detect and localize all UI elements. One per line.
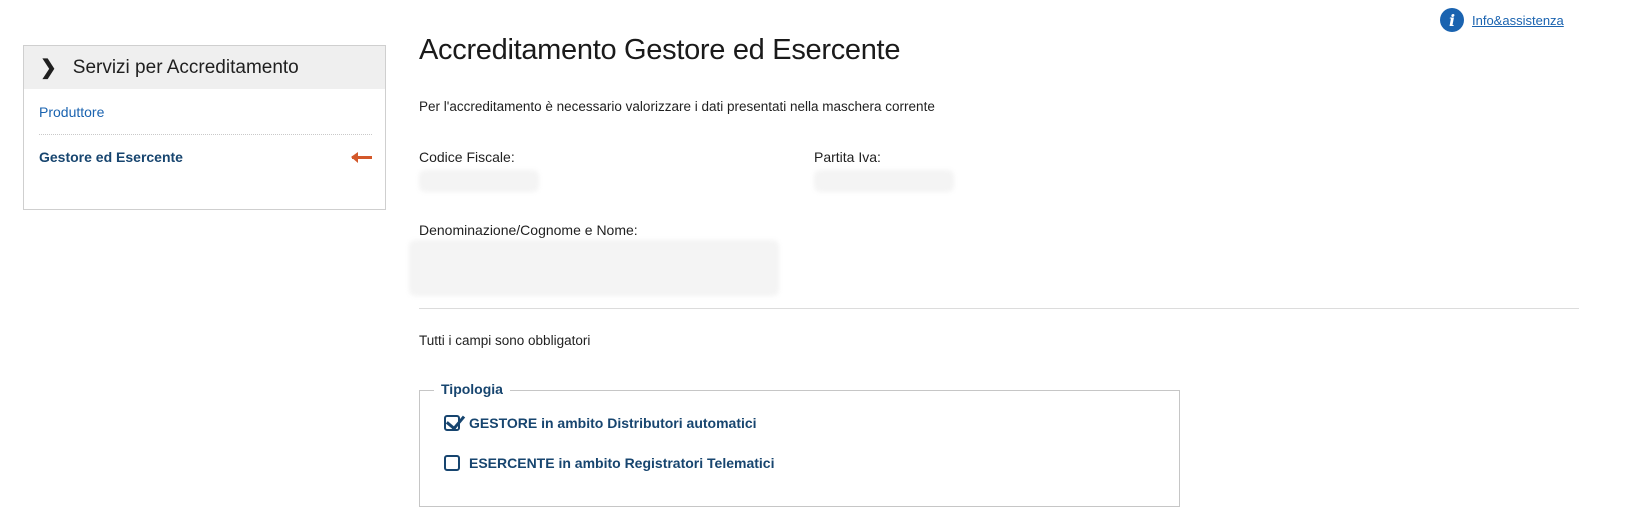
tipologia-fieldset: Tipologia GESTORE in ambito Distributori… xyxy=(419,381,1180,507)
gestore-option-label: GESTORE in ambito Distributori automatic… xyxy=(469,415,757,431)
intro-text: Per l'accreditamento è necessario valori… xyxy=(419,99,935,114)
codice-fiscale-value-redacted xyxy=(419,170,539,192)
divider xyxy=(419,308,1579,309)
gestore-option[interactable]: GESTORE in ambito Distributori automatic… xyxy=(444,415,757,431)
page-title: Accreditamento Gestore ed Esercente xyxy=(419,34,901,66)
tipologia-legend: Tipologia xyxy=(434,381,510,397)
denominazione-label: Denominazione/Cognome e Nome: xyxy=(419,222,638,238)
sidebar-item-label: Produttore xyxy=(39,104,105,120)
sidebar-item-label: Gestore ed Esercente xyxy=(39,149,183,165)
codice-fiscale-label: Codice Fiscale: xyxy=(419,149,515,165)
partita-iva-value-redacted xyxy=(814,170,954,192)
sidebar-title: Servizi per Accreditamento xyxy=(72,56,299,78)
info-icon: i xyxy=(1440,8,1464,32)
denominazione-value-redacted xyxy=(409,240,779,296)
partita-iva-label: Partita Iva: xyxy=(814,149,881,165)
sidebar-item-produttore[interactable]: Produttore xyxy=(39,90,372,135)
sidebar: ❯ Servizi per Accreditamento Produttore … xyxy=(23,45,386,210)
info-assistenza-link[interactable]: i Info&assistenza xyxy=(1440,8,1564,32)
esercente-option-label: ESERCENTE in ambito Registratori Telemat… xyxy=(469,455,775,471)
sidebar-item-gestore-esercente[interactable]: Gestore ed Esercente xyxy=(39,135,372,179)
sidebar-header[interactable]: ❯ Servizi per Accreditamento xyxy=(24,46,385,89)
checkbox-checked-icon[interactable] xyxy=(444,415,460,431)
checkbox-unchecked-icon[interactable] xyxy=(444,455,460,471)
arrow-left-icon xyxy=(351,151,372,163)
required-note: Tutti i campi sono obbligatori xyxy=(419,333,591,348)
chevron-right-icon: ❯ xyxy=(40,57,57,79)
info-link-label: Info&assistenza xyxy=(1472,12,1564,28)
esercente-option[interactable]: ESERCENTE in ambito Registratori Telemat… xyxy=(444,455,774,471)
